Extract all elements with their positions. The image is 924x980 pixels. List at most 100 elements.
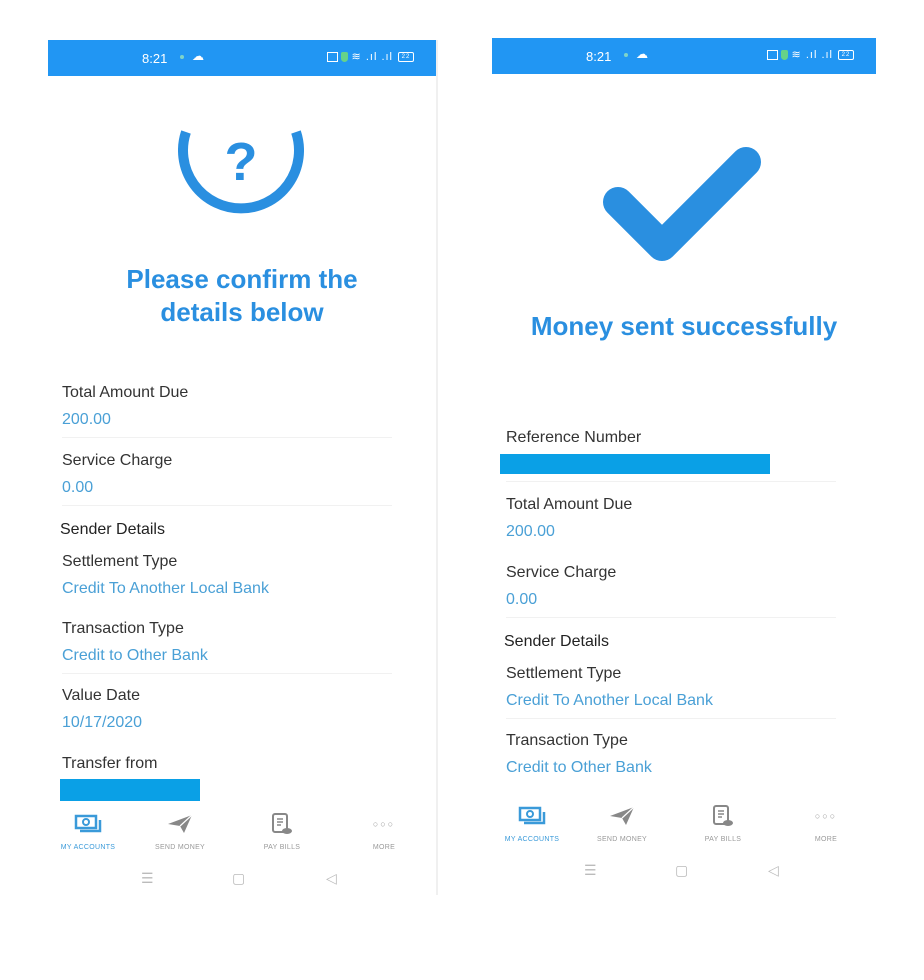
- title-line-1: Please confirm the: [126, 264, 358, 294]
- total-amount-field: Total Amount Due 200.00: [62, 383, 412, 438]
- divider: [506, 481, 836, 482]
- field-label: Reference Number: [506, 429, 642, 446]
- checkmark-icon: [603, 147, 761, 261]
- field-label: Service Charge: [506, 564, 617, 581]
- divider: [506, 718, 836, 719]
- back-icon[interactable]: ◁: [768, 862, 779, 879]
- settlement-type-field: Settlement Type Credit To Another Local …: [506, 664, 856, 719]
- status-time: 8:21: [586, 49, 612, 64]
- nav-label: PAY BILLS: [704, 836, 742, 843]
- bill-icon: [683, 804, 763, 828]
- sender-details-heading: Sender Details: [504, 633, 609, 650]
- field-label: Settlement Type: [506, 665, 622, 682]
- send-icon: [140, 812, 220, 836]
- question-circle-icon: ?: [178, 130, 304, 214]
- nav-more[interactable]: ○○○ MORE: [786, 804, 866, 843]
- transaction-type-field: Transaction Type Credit to Other Bank: [506, 731, 856, 778]
- page-title: Please confirm the details below: [48, 263, 436, 329]
- nav-pay-bills[interactable]: PAY BILLS: [683, 804, 763, 843]
- reference-number-field: Reference Number: [500, 428, 856, 482]
- settlement-type-field: Settlement Type Credit To Another Local …: [62, 552, 412, 599]
- status-bar: 8:21 ☁ ≋ .ıl .ıl 22: [48, 40, 436, 76]
- field-label: Settlement Type: [62, 553, 178, 570]
- field-value: Credit to Other Bank: [506, 759, 652, 776]
- sender-details-heading: Sender Details: [60, 521, 165, 538]
- nav-more[interactable]: ○○○ MORE: [344, 812, 424, 851]
- wifi-icon: ≋: [351, 51, 362, 63]
- total-amount-field: Total Amount Due 200.00: [506, 495, 856, 542]
- field-value: 0.00: [62, 479, 94, 496]
- menu-icon[interactable]: ☰: [141, 870, 154, 887]
- status-bar: 8:21 ☁ ≋ .ıl .ıl 22: [492, 38, 876, 74]
- transaction-type-field: Transaction Type Credit to Other Bank: [62, 619, 412, 674]
- field-value: 10/17/2020: [62, 714, 143, 731]
- battery-icon: 22: [838, 50, 854, 61]
- more-icon: ○○○: [814, 811, 838, 821]
- field-label: Transfer from: [62, 755, 158, 772]
- confirm-screen: 8:21 ☁ ≋ .ıl .ıl 22 ? Please confirm the …: [48, 40, 438, 895]
- nav-label: SEND MONEY: [154, 844, 206, 851]
- cloud-icon: ☁: [624, 47, 648, 61]
- field-value: 200.00: [506, 523, 555, 540]
- divider: [62, 437, 392, 438]
- field-label: Total Amount Due: [506, 496, 633, 513]
- signal-icon: .ıl .ıl: [365, 51, 393, 63]
- field-value: 0.00: [506, 591, 538, 608]
- shield-icon: [780, 50, 788, 61]
- nav-label: PAY BILLS: [263, 844, 301, 851]
- home-icon[interactable]: ▢: [232, 870, 245, 887]
- nav-my-accounts[interactable]: MY ACCOUNTS: [48, 812, 128, 851]
- back-icon[interactable]: ◁: [326, 870, 337, 887]
- field-label: Transaction Type: [62, 620, 184, 637]
- success-screen: 8:21 ☁ ≋ .ıl .ıl 22 Money sent successful…: [492, 38, 876, 893]
- redacted-account: [60, 779, 200, 801]
- wifi-icon: ≋: [791, 49, 802, 61]
- nav-my-accounts[interactable]: MY ACCOUNTS: [492, 804, 572, 843]
- bottom-nav: MY ACCOUNTS SEND MONEY PAY BILLS ○○○ MOR…: [492, 804, 876, 854]
- svg-text:?: ?: [225, 132, 258, 192]
- title-line-2: details below: [160, 297, 324, 327]
- send-icon: [582, 804, 662, 828]
- redacted-reference: [500, 454, 770, 474]
- value-date-field: Value Date 10/17/2020: [62, 686, 412, 733]
- screen-icon: [766, 50, 778, 61]
- system-status-icons: ≋ .ıl .ıl 22: [326, 50, 414, 63]
- service-charge-field: Service Charge 0.00: [506, 563, 856, 618]
- divider: [506, 617, 836, 618]
- more-icon: ○○○: [372, 819, 396, 829]
- field-label: Total Amount Due: [62, 384, 189, 401]
- battery-icon: 22: [398, 52, 414, 63]
- field-value: 200.00: [62, 411, 111, 428]
- home-icon[interactable]: ▢: [675, 862, 688, 879]
- field-value: Credit To Another Local Bank: [506, 692, 713, 709]
- nav-send-money[interactable]: SEND MONEY: [140, 812, 220, 851]
- bottom-nav: MY ACCOUNTS SEND MONEY PAY BILLS ○○○ MOR…: [48, 812, 436, 862]
- system-nav-bar: ☰ ▢ ◁: [492, 862, 876, 882]
- divider: [62, 505, 392, 506]
- system-nav-bar: ☰ ▢ ◁: [48, 870, 436, 890]
- accounts-icon: [48, 812, 128, 836]
- field-label: Transaction Type: [506, 732, 628, 749]
- nav-pay-bills[interactable]: PAY BILLS: [242, 812, 322, 851]
- accounts-icon: [492, 804, 572, 828]
- signal-icon: .ıl .ıl: [805, 49, 833, 61]
- nav-label: MORE: [814, 836, 838, 843]
- nav-send-money[interactable]: SEND MONEY: [582, 804, 662, 843]
- field-label: Value Date: [62, 687, 140, 704]
- system-status-icons: ≋ .ıl .ıl 22: [766, 48, 854, 61]
- shield-icon: [340, 52, 348, 63]
- menu-icon[interactable]: ☰: [584, 862, 597, 879]
- cloud-icon: ☁: [180, 49, 204, 63]
- transfer-from-field: Transfer from: [60, 754, 412, 801]
- nav-label: MY ACCOUNTS: [504, 836, 560, 843]
- field-label: Service Charge: [62, 452, 173, 469]
- divider: [62, 673, 392, 674]
- bill-icon: [242, 812, 322, 836]
- screen-icon: [326, 52, 338, 63]
- page-title: Money sent successfully: [530, 311, 838, 341]
- service-charge-field: Service Charge 0.00: [62, 451, 412, 506]
- nav-label: SEND MONEY: [596, 836, 648, 843]
- nav-label: MY ACCOUNTS: [60, 844, 116, 851]
- field-value: Credit to Other Bank: [62, 647, 208, 664]
- status-time: 8:21: [142, 51, 168, 66]
